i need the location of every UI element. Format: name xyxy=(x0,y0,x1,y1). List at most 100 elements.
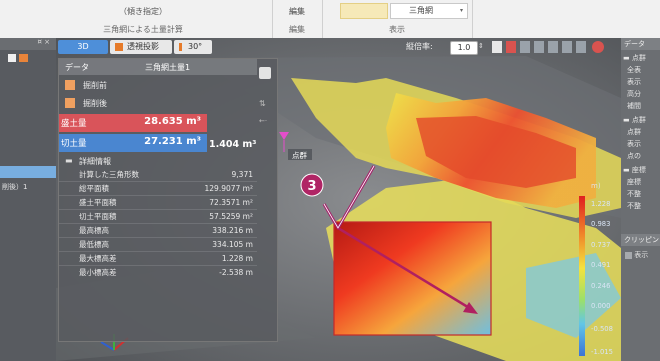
properties-header: データ xyxy=(621,38,660,50)
property-row[interactable]: 点群 xyxy=(627,127,660,138)
view-icon[interactable] xyxy=(576,41,586,53)
view-icon[interactable] xyxy=(520,41,530,53)
property-row[interactable]: 不整 xyxy=(627,189,660,200)
angle-label: 30° xyxy=(188,42,203,51)
camera-angle-button[interactable]: 30° xyxy=(174,40,212,54)
property-label: 不整 xyxy=(627,202,641,210)
clipping-show-checkbox[interactable]: 表示 xyxy=(625,250,658,262)
property-label: 点群 xyxy=(631,116,646,124)
display-select-value: 三角網 xyxy=(409,6,433,15)
color-scale-value: 0.491 xyxy=(591,261,610,269)
detail-value: 334.105 m xyxy=(212,240,253,249)
view-icon-red[interactable] xyxy=(506,41,516,53)
detail-label: 計算した三角形数 xyxy=(79,170,139,179)
property-label: 補間 xyxy=(627,102,641,110)
ribbon-group-edit: 編集 編集 xyxy=(272,0,323,38)
data-panel: データ 三角網土量1 ⇅ ←· 掘削前 掘削後 盛土量 28.635 m³ 切土… xyxy=(58,58,278,342)
panel-layout-icon[interactable] xyxy=(8,54,16,62)
property-label: 座標 xyxy=(627,178,641,186)
display-select[interactable]: 三角網 ▾ xyxy=(390,3,468,19)
property-label: 不整 xyxy=(627,190,641,198)
folder-icon[interactable] xyxy=(19,54,28,62)
ribbon-group-volume: （傾き指定） 三角網による土量計算 xyxy=(14,0,273,38)
detail-label: 最低標高 xyxy=(79,240,109,249)
panel-close-icon[interactable]: ¤ × xyxy=(37,38,50,46)
property-group[interactable]: ▬ 点群 xyxy=(623,115,660,126)
property-row[interactable]: 表示 xyxy=(627,77,660,88)
color-scale-value: 0.000 xyxy=(591,302,610,310)
surface-after-icon xyxy=(65,98,75,108)
surface-before-label: 掘削前 xyxy=(83,81,107,90)
view-icon[interactable] xyxy=(534,41,544,53)
view-icon[interactable] xyxy=(562,41,572,53)
chevron-down-icon: ▾ xyxy=(459,7,463,14)
property-row[interactable]: 不整 xyxy=(627,201,660,212)
property-label: 点の xyxy=(627,152,641,160)
detail-label: 最大標高差 xyxy=(79,254,117,263)
detail-value: 57.5259 m² xyxy=(209,212,253,221)
view-icon[interactable] xyxy=(548,41,558,53)
vertical-scale-input[interactable]: 1.0 xyxy=(450,41,478,55)
vertical-scale-text: 縦倍率: xyxy=(406,42,433,51)
property-label: 全表 xyxy=(627,66,641,74)
detail-row: 最小標高差 -2.538 m xyxy=(59,266,257,279)
property-label: 点群 xyxy=(627,128,641,136)
left-panel-header: ¤ × xyxy=(0,38,56,50)
surface-after-row[interactable]: 掘削後 xyxy=(59,95,257,111)
property-row[interactable]: 全表 xyxy=(627,65,660,76)
step-number: 3 xyxy=(307,179,316,194)
display-toggle-button[interactable] xyxy=(340,3,388,19)
display-group-label: 表示 xyxy=(389,25,405,34)
settings-icon[interactable] xyxy=(592,41,604,53)
color-scale-value: 0.983 xyxy=(591,220,610,228)
edit-button[interactable]: 編集 xyxy=(272,6,322,17)
cut-volume-row: 盛土量 28.635 m³ xyxy=(59,114,207,132)
color-scale-value: -1.015 xyxy=(591,348,613,356)
projection-label: 透視投影 xyxy=(127,42,159,51)
checkbox-label: 表示 xyxy=(634,251,649,259)
surface-before-row[interactable]: 掘削前 xyxy=(59,77,257,93)
property-group[interactable]: ▬ 座標 xyxy=(623,165,660,176)
clipping-label: クリッピン xyxy=(624,236,659,244)
cut-volume-value: 28.635 m³ xyxy=(144,116,201,127)
fill-volume-row: 切土量 27.231 m³ xyxy=(59,134,207,152)
tree-item-selected[interactable] xyxy=(0,166,56,178)
projection-button[interactable]: 透視投影 xyxy=(110,40,172,54)
detail-row: 最高標高 338.216 m xyxy=(59,224,257,237)
detail-row: 切土平面積 57.5259 m² xyxy=(59,210,257,223)
property-row[interactable]: 高分 xyxy=(627,89,660,100)
property-row[interactable]: 表示 xyxy=(627,139,660,150)
palette-icon[interactable] xyxy=(259,67,271,79)
home-view-icon[interactable] xyxy=(492,41,502,53)
perspective-icon xyxy=(115,43,123,51)
detail-row: 最大標高差 1.228 m xyxy=(59,252,257,265)
view-3d-button[interactable]: 3D xyxy=(58,40,108,54)
swap-icon[interactable]: ⇅ xyxy=(259,99,271,109)
data-panel-header-label: データ xyxy=(65,63,89,72)
detail-row: 総平面積 129.9077 m² xyxy=(59,182,257,195)
property-label: 点群 xyxy=(631,54,646,62)
details-header-label: 詳細情報 xyxy=(79,157,111,166)
fill-volume-value: 27.231 m³ xyxy=(144,136,201,147)
property-row[interactable]: 点の xyxy=(627,151,660,162)
detail-label: 盛土平面積 xyxy=(79,198,117,207)
property-row[interactable]: 座標 xyxy=(627,177,660,188)
stepper-icon[interactable]: ⇕ xyxy=(478,42,488,53)
property-label: 高分 xyxy=(627,90,641,98)
color-scale-bar xyxy=(579,196,585,356)
tree-item-label[interactable]: 削後）1 xyxy=(2,182,27,192)
detail-value: 338.216 m xyxy=(212,226,253,235)
ribbon-group-display: 三角網 ▾ 表示 xyxy=(322,0,473,38)
collapse-icon[interactable]: ←· xyxy=(259,117,271,127)
detail-row: 盛土平面積 72.3571 m² xyxy=(59,196,257,209)
color-scale-value: 0.246 xyxy=(591,282,610,290)
cut-volume-label: 盛土量 xyxy=(61,119,87,129)
property-group[interactable]: ▬ 点群 xyxy=(623,53,660,64)
details-header[interactable]: ▬ 詳細情報 xyxy=(59,155,257,167)
fill-volume-label: 切土量 xyxy=(61,139,87,149)
ribbon-hint: （傾き指定） xyxy=(119,7,167,16)
view-3d-label: 3D xyxy=(77,42,89,51)
property-row[interactable]: 補間 xyxy=(627,101,660,112)
ribbon-group-label: 三角網による土量計算 xyxy=(103,25,183,34)
collapse-minus-icon: ▬ xyxy=(623,166,632,174)
